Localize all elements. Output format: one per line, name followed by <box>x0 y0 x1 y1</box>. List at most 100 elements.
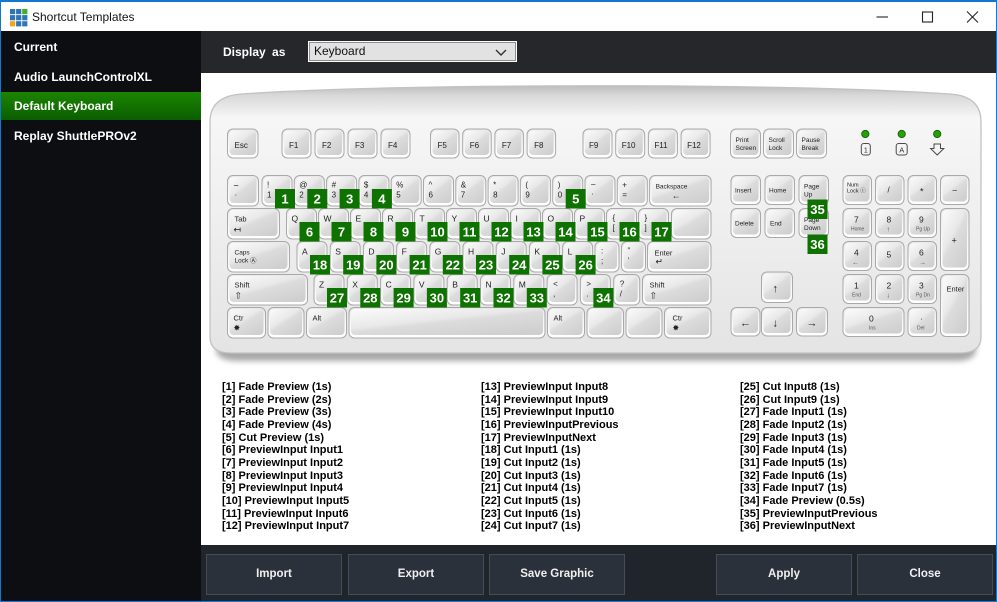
svg-text:?: ? <box>620 280 625 289</box>
svg-text:·: · <box>920 314 923 324</box>
svg-text:!: ! <box>267 181 269 190</box>
svg-text:T: T <box>420 214 425 224</box>
svg-text:K: K <box>534 247 540 257</box>
svg-text:Insert: Insert <box>735 188 751 195</box>
svg-text:↑: ↑ <box>887 227 891 234</box>
svg-text:23: 23 <box>479 258 493 273</box>
svg-text:8: 8 <box>887 215 892 225</box>
svg-text:}: } <box>645 214 648 223</box>
svg-text:^: ^ <box>429 181 433 190</box>
svg-text:”: ” <box>628 247 631 256</box>
svg-text:A: A <box>302 247 308 257</box>
svg-text:1: 1 <box>854 281 859 291</box>
svg-text:F6: F6 <box>470 141 480 150</box>
svg-text:Y: Y <box>452 214 458 224</box>
svg-text:18: 18 <box>313 258 327 273</box>
svg-text:U: U <box>484 214 490 224</box>
svg-text:5: 5 <box>396 191 401 200</box>
svg-text:{: { <box>613 214 616 223</box>
svg-text:Del: Del <box>917 326 925 332</box>
svg-text:3: 3 <box>919 281 924 291</box>
svg-text:33: 33 <box>530 291 544 306</box>
svg-text:End: End <box>770 221 782 228</box>
svg-text:;: ; <box>601 257 603 266</box>
svg-text:26: 26 <box>578 258 592 273</box>
svg-text:→: → <box>919 260 926 267</box>
svg-text:Esc: Esc <box>235 141 248 150</box>
svg-text:.: . <box>586 290 588 299</box>
svg-text:Tab: Tab <box>235 215 247 224</box>
svg-text:Backspace: Backspace <box>656 184 688 191</box>
svg-text:B: B <box>452 280 458 290</box>
svg-text:S: S <box>335 247 341 257</box>
svg-text:O: O <box>548 214 555 224</box>
svg-text:Home: Home <box>851 227 865 233</box>
svg-text:9: 9 <box>919 215 924 225</box>
svg-text:17: 17 <box>654 225 668 240</box>
svg-text:F9: F9 <box>589 141 599 150</box>
svg-text:Scroll: Scroll <box>769 137 786 144</box>
svg-text:9: 9 <box>402 225 409 240</box>
svg-text:Lock Ⓘ: Lock Ⓘ <box>847 187 866 195</box>
svg-text:5: 5 <box>887 250 892 260</box>
svg-text:L: L <box>568 247 573 257</box>
svg-text:→: → <box>807 318 818 330</box>
svg-text:10: 10 <box>430 225 444 240</box>
svg-text:Lock: Lock <box>769 145 783 152</box>
svg-text:36: 36 <box>810 237 824 252</box>
svg-text:↵: ↵ <box>656 257 664 267</box>
svg-text:Q: Q <box>292 214 299 224</box>
svg-text:A: A <box>899 146 904 155</box>
svg-text:M: M <box>519 280 526 290</box>
svg-text:4: 4 <box>364 191 369 200</box>
svg-text:7: 7 <box>854 215 859 225</box>
svg-text:Shift: Shift <box>650 281 666 290</box>
svg-text:2: 2 <box>314 192 321 207</box>
svg-text:F5: F5 <box>438 141 448 150</box>
svg-text:16: 16 <box>622 225 636 240</box>
svg-text:34: 34 <box>596 291 611 306</box>
svg-text:29: 29 <box>396 291 410 306</box>
svg-text:15: 15 <box>590 225 604 240</box>
svg-text:$: $ <box>364 181 369 190</box>
svg-text:19: 19 <box>346 258 360 273</box>
svg-text:Lock Ⓐ: Lock Ⓐ <box>235 257 258 265</box>
svg-text:30: 30 <box>430 291 444 306</box>
svg-text:+: + <box>952 236 957 246</box>
svg-text:#: # <box>332 181 337 190</box>
svg-text:Break: Break <box>802 145 820 152</box>
svg-text:F4: F4 <box>388 141 398 150</box>
svg-text:Pause: Pause <box>802 137 821 144</box>
svg-text:12: 12 <box>494 225 508 240</box>
svg-text:Caps: Caps <box>235 250 251 257</box>
svg-text:31: 31 <box>463 291 477 306</box>
svg-text:·: · <box>591 190 594 199</box>
svg-text:Ctr: Ctr <box>234 314 245 323</box>
svg-text:2: 2 <box>887 281 892 291</box>
svg-text:Delete: Delete <box>735 221 754 228</box>
svg-text:&: & <box>461 181 467 190</box>
svg-text:✸: ✸ <box>673 324 680 333</box>
svg-text:↑: ↑ <box>773 283 779 295</box>
svg-text:C: C <box>386 280 392 290</box>
svg-text:F11: F11 <box>654 141 668 150</box>
svg-text:8: 8 <box>370 225 377 240</box>
svg-text:↓: ↓ <box>887 293 891 300</box>
svg-text:V: V <box>419 280 425 290</box>
svg-text:25: 25 <box>545 258 559 273</box>
svg-text:4: 4 <box>378 192 386 207</box>
svg-text:>: > <box>586 280 591 289</box>
svg-text:@: @ <box>299 181 307 190</box>
svg-text:←: ← <box>740 318 751 330</box>
svg-text:H: H <box>468 247 474 257</box>
svg-text:=: = <box>622 191 627 200</box>
svg-text:Up: Up <box>804 192 813 199</box>
svg-text:28: 28 <box>363 291 377 306</box>
svg-text:F10: F10 <box>622 141 636 150</box>
svg-text:*: * <box>920 187 924 197</box>
svg-text:27: 27 <box>330 291 344 306</box>
svg-text:6: 6 <box>919 248 924 258</box>
svg-text:J: J <box>501 247 505 257</box>
svg-text:+: + <box>622 181 627 190</box>
svg-text:F3: F3 <box>355 141 365 150</box>
